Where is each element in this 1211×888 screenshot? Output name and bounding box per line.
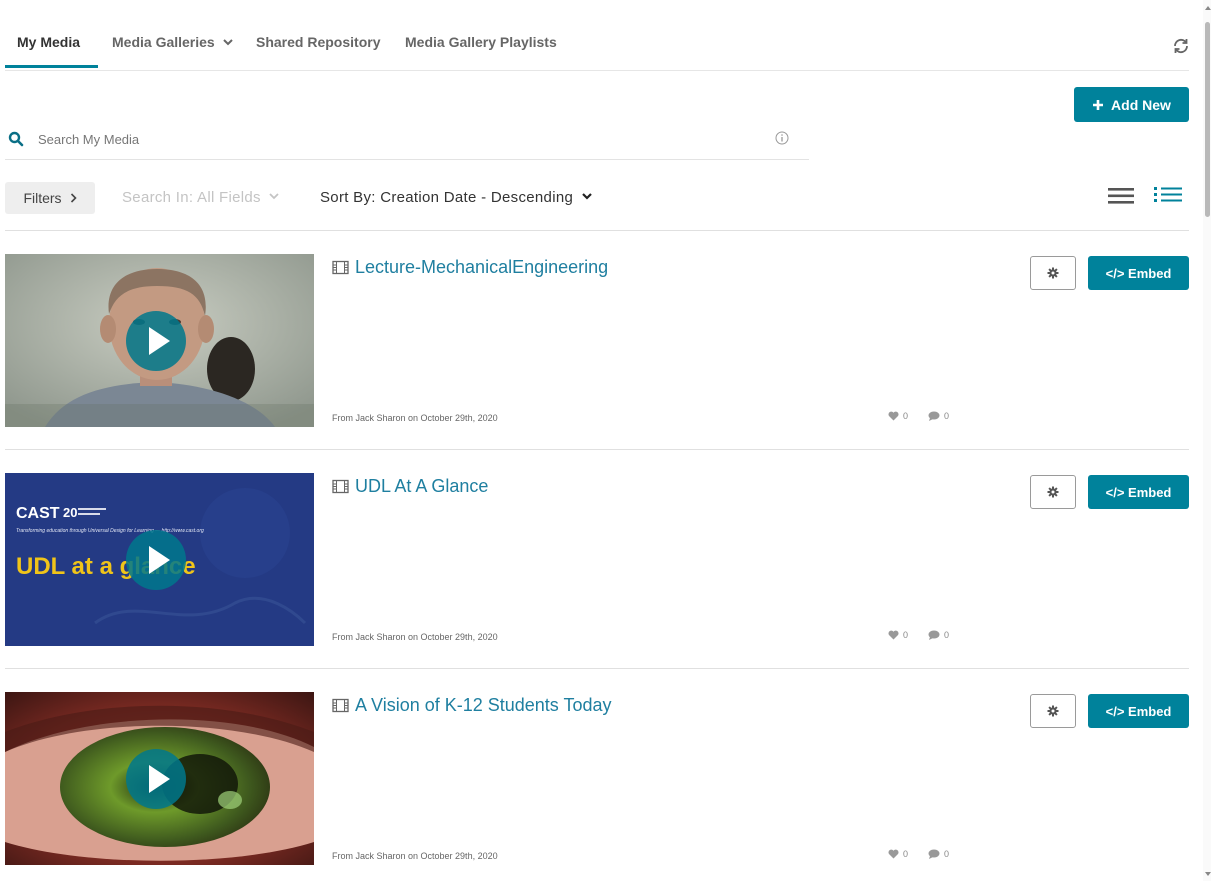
entry-meta: From Jack Sharon on October 29th, 2020 xyxy=(332,851,498,861)
entry-actions-button[interactable] xyxy=(1030,475,1076,509)
comment-count: 0 xyxy=(944,849,950,859)
comment-icon xyxy=(928,411,940,421)
entry-actions-button[interactable] xyxy=(1030,256,1076,290)
info-icon[interactable] xyxy=(775,131,789,145)
comment-icon xyxy=(928,630,940,640)
entry-meta: From Jack Sharon on October 29th, 2020 xyxy=(332,632,498,642)
filters-button[interactable]: Filters xyxy=(5,182,95,214)
film-icon xyxy=(332,479,349,494)
play-icon[interactable] xyxy=(126,311,186,371)
entry-stats: 0 0 xyxy=(888,849,949,859)
film-icon xyxy=(332,260,349,275)
sort-by-label: Sort By: Creation Date - Descending xyxy=(320,189,574,206)
thumbnail-brand: CAST xyxy=(16,505,60,522)
scroll-up-arrow[interactable] xyxy=(1205,6,1211,10)
chevron-down-icon xyxy=(269,193,279,200)
media-tabs: My Media Media Galleries Shared Reposito… xyxy=(5,0,1189,71)
entry-stats: 0 0 xyxy=(888,411,949,421)
scrollbar-thumb[interactable] xyxy=(1205,22,1210,217)
media-entry: A Vision of K-12 Students Today From Jac… xyxy=(5,669,1189,888)
comment-count: 0 xyxy=(944,630,950,640)
embed-button[interactable]: </> Embed xyxy=(1088,694,1189,728)
search-in-dropdown[interactable]: Search In: All Fields xyxy=(122,189,279,206)
entry-stats: 0 0 xyxy=(888,630,949,640)
scroll-down-arrow[interactable] xyxy=(1205,872,1211,876)
list-view-icon[interactable] xyxy=(1108,187,1134,205)
entry-title: Lecture-MechanicalEngineering xyxy=(355,257,609,277)
entry-title-link[interactable]: A Vision of K-12 Students Today xyxy=(332,695,612,716)
heart-icon xyxy=(888,411,899,421)
play-icon[interactable] xyxy=(126,749,186,809)
svg-text:20: 20 xyxy=(63,505,77,520)
plus-icon xyxy=(1093,99,1104,110)
play-icon[interactable] xyxy=(126,530,186,590)
entry-thumbnail[interactable] xyxy=(5,254,314,427)
film-icon xyxy=(332,698,349,713)
tab-media-gallery-playlists[interactable]: Media Gallery Playlists xyxy=(405,34,557,50)
active-tab-indicator xyxy=(5,65,98,68)
entry-title-link[interactable]: UDL At A Glance xyxy=(332,476,488,497)
entry-meta: From Jack Sharon on October 29th, 2020 xyxy=(332,413,498,423)
like-count: 0 xyxy=(903,849,909,859)
search-icon xyxy=(8,131,24,147)
add-new-button[interactable]: Add New xyxy=(1074,87,1189,122)
comment-icon xyxy=(928,849,940,859)
thumbnail-tagline: Transforming education through Universal… xyxy=(16,528,204,534)
entry-title: A Vision of K-12 Students Today xyxy=(355,695,612,715)
embed-button[interactable]: </> Embed xyxy=(1088,475,1189,509)
comment-count: 0 xyxy=(944,411,950,421)
detailed-view-icon[interactable] xyxy=(1153,184,1183,204)
tab-shared-repository[interactable]: Shared Repository xyxy=(256,34,380,50)
entry-title: UDL At A Glance xyxy=(355,476,489,496)
tab-media-galleries-label: Media Galleries xyxy=(112,34,215,50)
gear-icon xyxy=(1047,486,1059,498)
sort-by-dropdown[interactable]: Sort By: Creation Date - Descending xyxy=(320,189,592,206)
tab-my-media[interactable]: My Media xyxy=(17,34,80,50)
tab-media-galleries[interactable]: Media Galleries xyxy=(112,34,233,50)
heart-icon xyxy=(888,630,899,640)
entry-actions-button[interactable] xyxy=(1030,694,1076,728)
media-entry: Lecture-MechanicalEngineering From Jack … xyxy=(5,231,1189,450)
filters-label: Filters xyxy=(23,190,62,206)
entry-title-link[interactable]: Lecture-MechanicalEngineering xyxy=(332,257,608,278)
heart-icon xyxy=(888,849,899,859)
search-bar xyxy=(5,122,809,160)
like-count: 0 xyxy=(903,630,909,640)
gear-icon xyxy=(1047,705,1059,717)
entry-thumbnail[interactable] xyxy=(5,692,314,865)
search-input[interactable] xyxy=(38,128,738,150)
chevron-down-icon xyxy=(223,39,233,46)
entry-thumbnail[interactable]: CAST 20 Transforming education through U… xyxy=(5,473,314,646)
add-new-label: Add New xyxy=(1111,96,1171,113)
like-count: 0 xyxy=(903,411,909,421)
search-in-label: Search In: All Fields xyxy=(122,189,261,206)
embed-button[interactable]: </> Embed xyxy=(1088,256,1189,290)
media-entry: CAST 20 Transforming education through U… xyxy=(5,450,1189,669)
gear-icon xyxy=(1047,267,1059,279)
refresh-icon[interactable] xyxy=(1171,36,1191,56)
chevron-down-icon xyxy=(581,193,592,200)
chevron-right-icon xyxy=(70,193,77,203)
